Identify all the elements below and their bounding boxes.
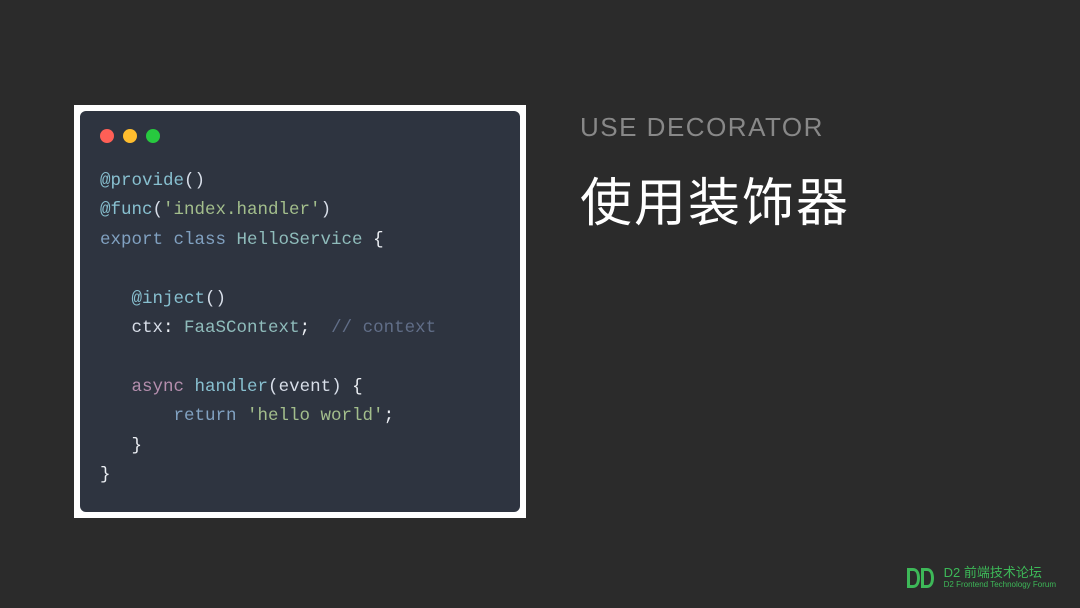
maximize-icon [146, 129, 160, 143]
d2-logo-icon [906, 566, 936, 590]
footer-logo-text: D2 前端技术论坛 D2 Frontend Technology Forum [944, 566, 1056, 589]
decorator-provide: @provide [100, 171, 184, 191]
window-controls [100, 129, 500, 143]
subtitle: USE DECORATOR [580, 112, 850, 143]
code-window-container: @provide() @func('index.handler') export… [74, 105, 526, 518]
minimize-icon [123, 129, 137, 143]
title-block: USE DECORATOR 使用装饰器 [580, 112, 850, 236]
decorator-func: @func [100, 200, 153, 220]
code-window: @provide() @func('index.handler') export… [80, 111, 520, 512]
page-title: 使用装饰器 [580, 161, 850, 236]
close-icon [100, 129, 114, 143]
footer-subtitle: D2 Frontend Technology Forum [944, 581, 1056, 590]
decorator-inject: @inject [132, 289, 206, 309]
footer-logo: D2 前端技术论坛 D2 Frontend Technology Forum [906, 566, 1056, 590]
code-block: @provide() @func('index.handler') export… [100, 167, 500, 490]
footer-title: D2 前端技术论坛 [944, 566, 1056, 580]
